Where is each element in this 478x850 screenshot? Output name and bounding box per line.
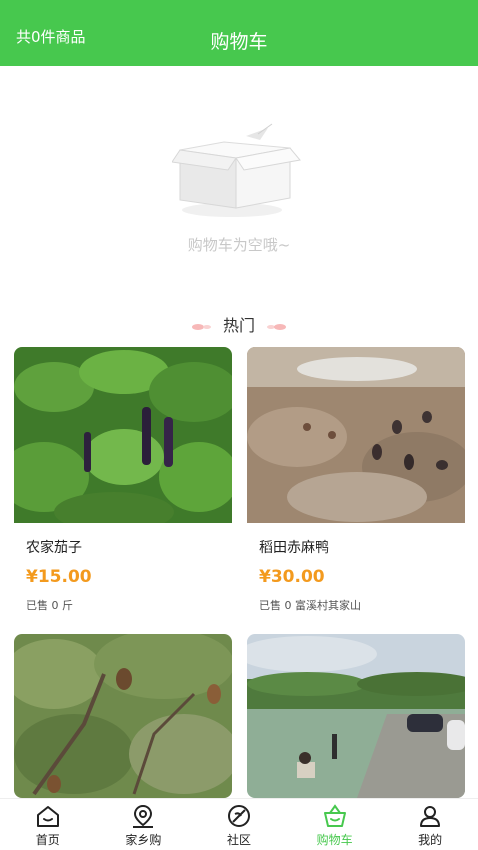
nav-item-cart[interactable]: 购物车 [287, 799, 383, 850]
product-card[interactable]: 农家茄子 ¥15.00 已售 0 斤 [14, 347, 232, 627]
bottom-nav: 首页 家乡购 社区 购物车 我的 [0, 798, 478, 850]
user-icon [420, 806, 441, 827]
decor-right-icon [266, 317, 287, 336]
empty-cart-message: 购物车为空哦~ [187, 236, 291, 254]
product-card[interactable] [14, 634, 232, 798]
nav-label: 购物车 [316, 833, 353, 847]
product-image[interactable] [247, 347, 465, 523]
empty-box-icon [172, 123, 301, 217]
nav-item-me[interactable]: 我的 [382, 799, 478, 850]
nav-item-hometown-shop[interactable]: 家乡购 [96, 799, 192, 850]
nav-item-home[interactable]: 首页 [0, 799, 96, 850]
product-sales: 已售 0 富溪村其家山 [259, 599, 361, 612]
home-icon [36, 806, 59, 827]
hot-title-text: 热门 [222, 316, 255, 335]
nav-label: 我的 [418, 833, 443, 847]
hot-section-title: 热门 [0, 312, 478, 336]
page-title: 购物车 [210, 31, 268, 53]
product-price: ¥15.00 [26, 567, 92, 587]
product-image[interactable] [247, 634, 465, 798]
map-pin-icon [133, 804, 154, 828]
product-price: ¥30.00 [259, 567, 325, 587]
product-name: 稻田赤麻鸭 [259, 540, 329, 556]
product-name: 农家茄子 [26, 540, 82, 556]
nav-item-community[interactable]: 社区 [191, 799, 287, 850]
product-card[interactable]: 稻田赤麻鸭 ¥30.00 已售 0 富溪村其家山 [247, 347, 465, 627]
basket-icon [323, 804, 346, 827]
product-sales: 已售 0 斤 [26, 599, 73, 612]
empty-cart-state: 购物车为空哦~ [0, 66, 478, 296]
product-image[interactable] [14, 634, 232, 798]
nav-label: 社区 [226, 833, 251, 847]
decor-left-icon [191, 317, 212, 336]
cart-screen: 共0件商品 购物车 购物车为空哦~ 热门 农家茄子 ¥15.00 已售 0 斤 … [0, 0, 478, 850]
top-bar: 共0件商品 购物车 [0, 0, 478, 66]
nav-label: 首页 [35, 833, 60, 847]
product-image[interactable] [14, 347, 232, 523]
leaf-icon [227, 805, 250, 827]
product-card[interactable] [247, 634, 465, 798]
nav-label: 家乡购 [125, 833, 162, 847]
